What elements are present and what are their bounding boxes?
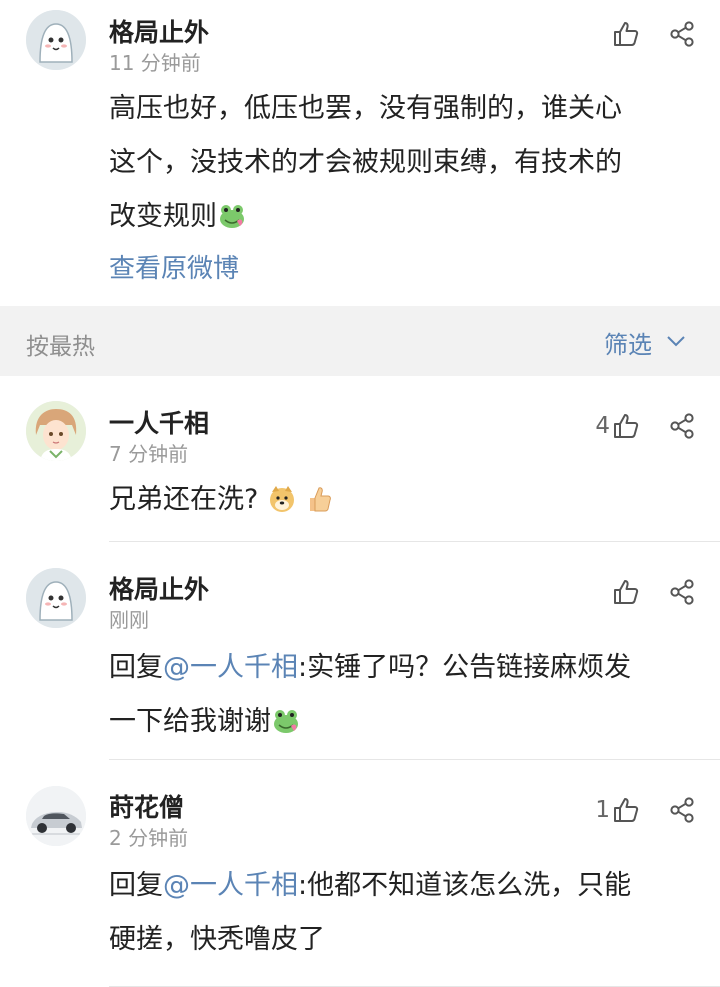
- post-line: 高压也好，低压也罢，没有强制的，谁关心: [109, 93, 622, 124]
- comment-line: 硬搓，快秃噜皮了: [109, 913, 696, 967]
- comment-text: 一下给我谢谢: [109, 706, 271, 737]
- comment-time: 刚刚: [109, 608, 149, 632]
- view-original-link[interactable]: 查看原微博: [109, 248, 239, 285]
- post-actions: [612, 16, 696, 52]
- comment-line: 回复@一人千相:实锤了吗？公告链接麻烦发: [109, 641, 696, 695]
- car-avatar-icon: [26, 786, 86, 846]
- comment-time: 2 分钟前: [109, 826, 189, 850]
- filter-label: 筛选: [604, 331, 652, 359]
- thumbs-up-icon[interactable]: [612, 796, 640, 824]
- comment-username[interactable]: 格局止外: [109, 570, 209, 606]
- sort-label[interactable]: 按最热: [26, 327, 95, 361]
- thumbs-up-emoji-icon: [306, 479, 334, 533]
- post-line: 这个，没技术的才会被规则束缚，有技术的: [109, 147, 622, 178]
- filter-button[interactable]: 筛选: [604, 325, 686, 360]
- reply-prefix: 回复: [109, 870, 163, 901]
- comment-line: 回复@一人千相:他都不知道该怎么洗，只能: [109, 859, 696, 913]
- post-time: 11 分钟前: [109, 51, 201, 75]
- post-line: 改变规则: [109, 201, 217, 232]
- comment-item: 莳花僧 2 分钟前 1 回复@一人千相:他都不知道该怎么洗，只能 硬搓，快秃噜皮…: [0, 760, 720, 987]
- thumbs-up-icon[interactable]: [612, 20, 640, 48]
- post-username[interactable]: 格局止外: [109, 13, 209, 49]
- reply-prefix: 回复: [109, 652, 163, 683]
- post-body: 高压也好，低压也罢，没有强制的，谁关心 这个，没技术的才会被规则束缚，有技术的 …: [109, 82, 696, 250]
- comment-list: 一人千相 7 分钟前 4 兄弟还在洗? 格局止外 刚刚 回复@一人千相:实锤了吗…: [0, 376, 720, 987]
- chevron-down-icon: [666, 333, 686, 352]
- like-count: 1: [595, 797, 610, 823]
- doge-emoji-icon: [267, 479, 297, 533]
- sort-bar: 按最热 筛选: [0, 306, 720, 376]
- original-post: 格局止外 11 分钟前 高压也好，低压也罢，没有强制的，谁关心 这个，没技术的才…: [0, 0, 720, 306]
- like-count: 4: [595, 413, 610, 439]
- comment-item: 一人千相 7 分钟前 4 兄弟还在洗?: [0, 376, 720, 542]
- mention-link[interactable]: @一人千相: [163, 870, 298, 901]
- comment-text: 硬搓，快秃噜皮了: [109, 924, 325, 955]
- mention-link[interactable]: @一人千相: [163, 652, 298, 683]
- comment-actions: 1: [595, 792, 696, 828]
- comment-body: 回复@一人千相:他都不知道该怎么洗，只能 硬搓，快秃噜皮了: [109, 859, 696, 967]
- comment-body: 回复@一人千相:实锤了吗？公告链接麻烦发 一下给我谢谢: [109, 641, 696, 755]
- share-icon[interactable]: [668, 412, 696, 440]
- ghost-avatar-icon: [26, 10, 86, 70]
- comment-text: :他都不知道该怎么洗，只能: [298, 870, 632, 901]
- avatar[interactable]: [26, 401, 86, 461]
- ghost-avatar-icon: [26, 568, 86, 628]
- thumbs-up-icon[interactable]: [612, 412, 640, 440]
- comment-time: 7 分钟前: [109, 442, 189, 466]
- comment-body: 兄弟还在洗?: [109, 473, 696, 533]
- share-icon[interactable]: [668, 578, 696, 606]
- share-icon[interactable]: [668, 796, 696, 824]
- post-line-last: 改变规则: [109, 190, 696, 250]
- comment-actions: [610, 574, 696, 610]
- comment-username[interactable]: 莳花僧: [109, 788, 184, 824]
- thumbs-up-icon[interactable]: [612, 578, 640, 606]
- avatar[interactable]: [26, 568, 86, 628]
- frog-emoji-icon: [271, 701, 301, 755]
- comment-line: 一下给我谢谢: [109, 695, 696, 755]
- comment-actions: 4: [595, 408, 696, 444]
- comment-item: 格局止外 刚刚 回复@一人千相:实锤了吗？公告链接麻烦发 一下给我谢谢: [0, 542, 720, 760]
- comment-text: 兄弟还在洗?: [109, 484, 259, 515]
- share-icon[interactable]: [668, 20, 696, 48]
- anime-avatar-icon: [26, 401, 86, 461]
- comment-username[interactable]: 一人千相: [109, 404, 209, 440]
- frog-emoji-icon: [217, 196, 247, 250]
- avatar[interactable]: [26, 786, 86, 846]
- comment-text: :实锤了吗？公告链接麻烦发: [298, 652, 632, 683]
- avatar[interactable]: [26, 10, 86, 70]
